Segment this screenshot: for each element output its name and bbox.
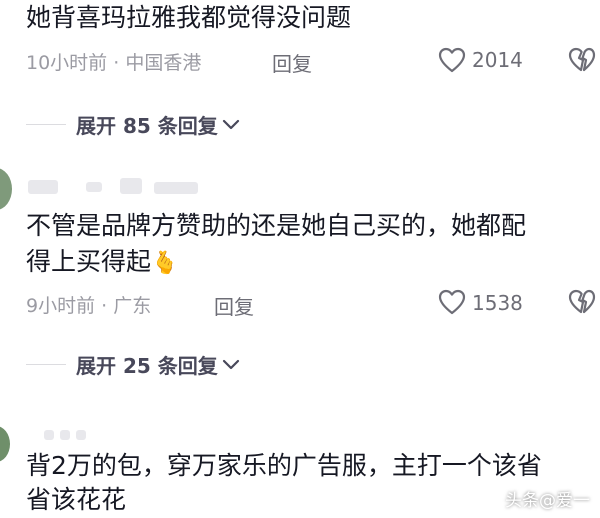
comment-2-like-count: 1538 xyxy=(472,291,523,315)
username-blurred[interactable] xyxy=(44,428,124,442)
heart-outline-icon[interactable] xyxy=(438,47,466,73)
broken-heart-icon[interactable] xyxy=(568,289,596,315)
chevron-down-icon xyxy=(222,119,240,131)
username-blur-block xyxy=(154,182,198,194)
username-blur-block xyxy=(120,178,142,194)
divider-line xyxy=(26,124,66,125)
avatar[interactable] xyxy=(0,426,10,462)
comment-2-reply-button[interactable]: 回复 xyxy=(214,291,254,320)
comment-1-expand-replies[interactable]: 展开 85 条回复 xyxy=(76,110,240,139)
finger-heart-emoji: 🫰 xyxy=(151,251,179,276)
username-blurred[interactable] xyxy=(28,178,228,196)
comment-1-meta: 10小时前 · 中国香港 xyxy=(26,48,201,75)
expand-replies-label: 展开 25 条回复 xyxy=(76,354,218,378)
username-blur-block xyxy=(86,182,102,192)
username-blur-block xyxy=(60,430,70,440)
comment-1-like-count: 2014 xyxy=(472,48,523,72)
comment-1-location: 中国香港 xyxy=(125,52,202,74)
meta-separator: · xyxy=(101,295,114,317)
expand-replies-label: 展开 85 条回复 xyxy=(76,114,218,138)
heart-outline-icon[interactable] xyxy=(438,289,466,315)
meta-separator: · xyxy=(113,52,126,74)
comment-2-text-line-1: 不管是品牌方赞助的还是她自己买的，她都配 xyxy=(26,211,527,240)
comment-2-expand-replies[interactable]: 展开 25 条回复 xyxy=(76,350,240,379)
divider-line xyxy=(26,364,66,365)
watermark: 头条@爱一 xyxy=(505,491,590,511)
comment-2-text-line-2: 得上买得起🫰 xyxy=(26,244,178,282)
comment-3-text-line-1: 背2万的包，穿万家乐的广告服，主打一个该省 xyxy=(26,451,542,480)
avatar[interactable] xyxy=(0,168,12,210)
comment-2-time: 9小时前 xyxy=(26,295,96,317)
comment-1-reply-button[interactable]: 回复 xyxy=(272,48,312,77)
broken-heart-icon[interactable] xyxy=(568,47,596,73)
comment-3-text-line-2: 省该花花 xyxy=(26,485,127,514)
comment-1-time: 10小时前 xyxy=(26,52,108,74)
username-blur-block xyxy=(76,430,86,440)
chevron-down-icon xyxy=(222,359,240,371)
comment-2-location: 广东 xyxy=(113,295,152,317)
comment-1-text: 她背喜玛拉雅我都觉得没问题 xyxy=(26,3,352,32)
comment-2-text: 得上买得起 xyxy=(26,247,152,276)
username-blur-block xyxy=(44,430,54,440)
comment-2-meta: 9小时前 · 广东 xyxy=(26,291,151,318)
username-blur-block xyxy=(28,180,58,194)
